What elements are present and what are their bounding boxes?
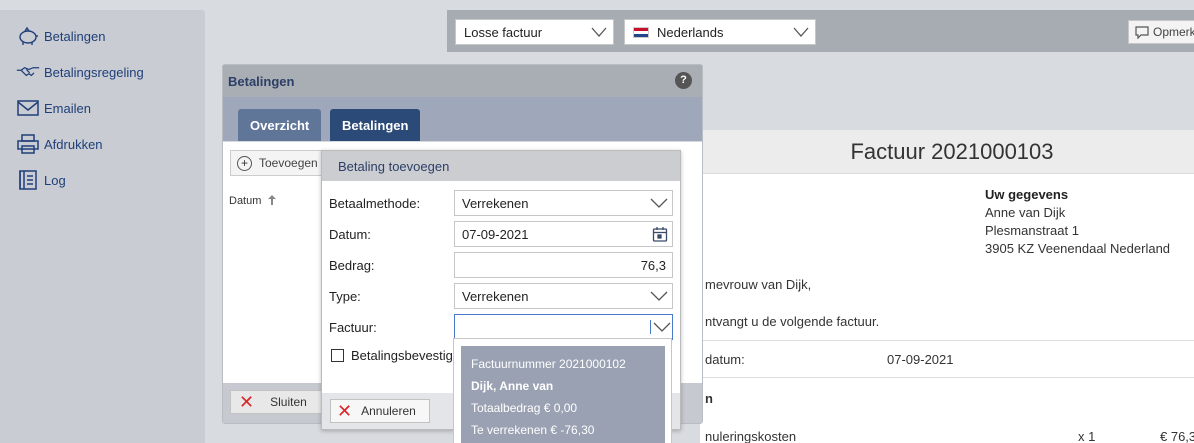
sidebar-item-betalingsregeling[interactable]: Betalingsregeling [0, 54, 205, 90]
column-datum-label: Datum [229, 195, 262, 207]
sidebar-item-log[interactable]: Log [0, 162, 205, 198]
sidebar-item-label: Betalingen [44, 28, 106, 44]
piggy-bank-icon [19, 26, 38, 45]
add-payment-label: Toevoegen [259, 156, 318, 170]
section-label: n [705, 391, 713, 406]
actions-sidebar: Betalingen Betalingsregeling Emailen Afd… [0, 10, 205, 443]
customer-city: 3905 KZ Veenendaal Nederland [985, 241, 1171, 256]
chevron-down-icon [793, 27, 809, 37]
customer-name: Anne van Dijk [985, 205, 1066, 220]
tab-betalingen[interactable]: Betalingen [330, 109, 421, 141]
sidebar-item-label: Betalingsregeling [44, 64, 144, 80]
close-icon: ✕ [239, 392, 255, 412]
sidebar-item-label: Log [44, 172, 66, 188]
factuur-dropdown: Factuurnummer 2021000102 Dijk, Anne van … [453, 338, 672, 443]
salutation-text: mevrouw van Dijk, [705, 277, 812, 292]
add-payment-button[interactable]: + Toevoegen [230, 150, 330, 176]
sidebar-item-label: Emailen [44, 100, 91, 116]
checkbox-box[interactable] [331, 349, 344, 362]
panel-title: Betalingen [223, 65, 702, 97]
datum-label: Datum: [329, 227, 371, 242]
top-toolbar: Losse factuur Nederlands Opmerk [447, 10, 1194, 52]
bedrag-label: Bedrag: [329, 258, 375, 273]
option-total: Totaalbedrag € 0,00 [471, 401, 578, 415]
datum-field[interactable]: 07-09-2021 [454, 221, 673, 247]
checkbox-label: Betalingsbevestigi [351, 348, 456, 363]
close-label: Sluiten [270, 395, 307, 409]
chevron-down-icon [650, 198, 668, 208]
sidebar-item-emailen[interactable]: Emailen [0, 90, 205, 126]
type-value: Verrekenen [462, 288, 529, 304]
date-label: datum: [705, 352, 745, 367]
calendar-icon[interactable] [652, 226, 668, 242]
divider [700, 377, 1194, 378]
datum-value: 07-09-2021 [462, 226, 529, 242]
panel-tabs: Overzicht Betalingen [223, 97, 702, 141]
invoice-preview: Factuur 2021000103 Uw gegevens Anne van … [700, 130, 1194, 443]
sidebar-item-betalingen[interactable]: Betalingen [0, 18, 205, 54]
language-select[interactable]: Nederlands [624, 19, 816, 45]
bedrag-value: 76,3 [640, 257, 666, 273]
invoice-type-select[interactable]: Losse factuur [455, 19, 614, 45]
option-to-settle: Te verrekenen € -76,30 [471, 423, 595, 437]
comment-icon [1135, 26, 1149, 39]
factuur-option[interactable]: Factuurnummer 2021000102 Dijk, Anne van … [461, 346, 665, 443]
line-item-amount: € 76,3 [1160, 429, 1194, 443]
option-invoice-number: Factuurnummer 2021000102 [471, 357, 626, 371]
sidebar-item-afdrukken[interactable]: Afdrukken [0, 126, 205, 162]
your-details-heading: Uw gegevens [985, 187, 1069, 202]
line-item-quantity: x 1 [1078, 429, 1096, 443]
option-customer: Dijk, Anne van [471, 379, 554, 393]
help-icon[interactable]: ? [675, 72, 692, 89]
dialog-title: Betaling toevoegen [322, 151, 680, 181]
chevron-down-icon [650, 291, 668, 301]
sort-up-icon [268, 195, 277, 205]
opmerking-label: Opmerk [1153, 25, 1194, 39]
cancel-button[interactable]: ✕ Annuleren [330, 399, 430, 423]
cancel-label: Annuleren [361, 404, 416, 418]
handshake-icon [16, 67, 40, 77]
customer-street: Plesmanstraat 1 [985, 223, 1079, 238]
opmerking-button[interactable]: Opmerk [1128, 20, 1194, 44]
plus-circle-icon: + [237, 155, 252, 171]
type-label: Type: [329, 289, 361, 304]
chevron-down-icon [591, 27, 607, 37]
betaalmethode-select[interactable]: Verrekenen [454, 190, 673, 216]
tab-overzicht[interactable]: Overzicht [238, 109, 322, 141]
chevron-down-icon [650, 320, 671, 334]
payment-confirmation-checkbox[interactable]: Betalingsbevestigi [331, 348, 456, 363]
factuur-combobox[interactable] [454, 314, 673, 340]
intro-text: ntvangt u de volgende factuur. [705, 314, 880, 329]
date-value: 07-09-2021 [887, 352, 954, 367]
invoice-type-value: Losse factuur [464, 24, 543, 40]
divider [700, 340, 1194, 341]
betaalmethode-value: Verrekenen [462, 195, 529, 211]
column-header-datum[interactable]: Datum [229, 194, 277, 207]
type-select[interactable]: Verrekenen [454, 283, 673, 309]
bedrag-field[interactable]: 76,3 [454, 252, 673, 278]
close-icon: ✕ [337, 401, 353, 421]
netherlands-flag-icon [633, 26, 649, 38]
envelope-icon [17, 100, 39, 116]
log-book-icon [19, 170, 37, 190]
betaalmethode-label: Betaalmethode: [329, 196, 421, 211]
factuur-label: Factuur: [329, 320, 377, 335]
sidebar-item-label: Afdrukken [44, 136, 103, 152]
printer-icon [17, 134, 39, 154]
line-item-label: nuleringskosten [705, 429, 797, 443]
language-value: Nederlands [657, 24, 724, 40]
invoice-title: Factuur 2021000103 [700, 130, 1194, 174]
close-button[interactable]: ✕ Sluiten [230, 390, 325, 414]
